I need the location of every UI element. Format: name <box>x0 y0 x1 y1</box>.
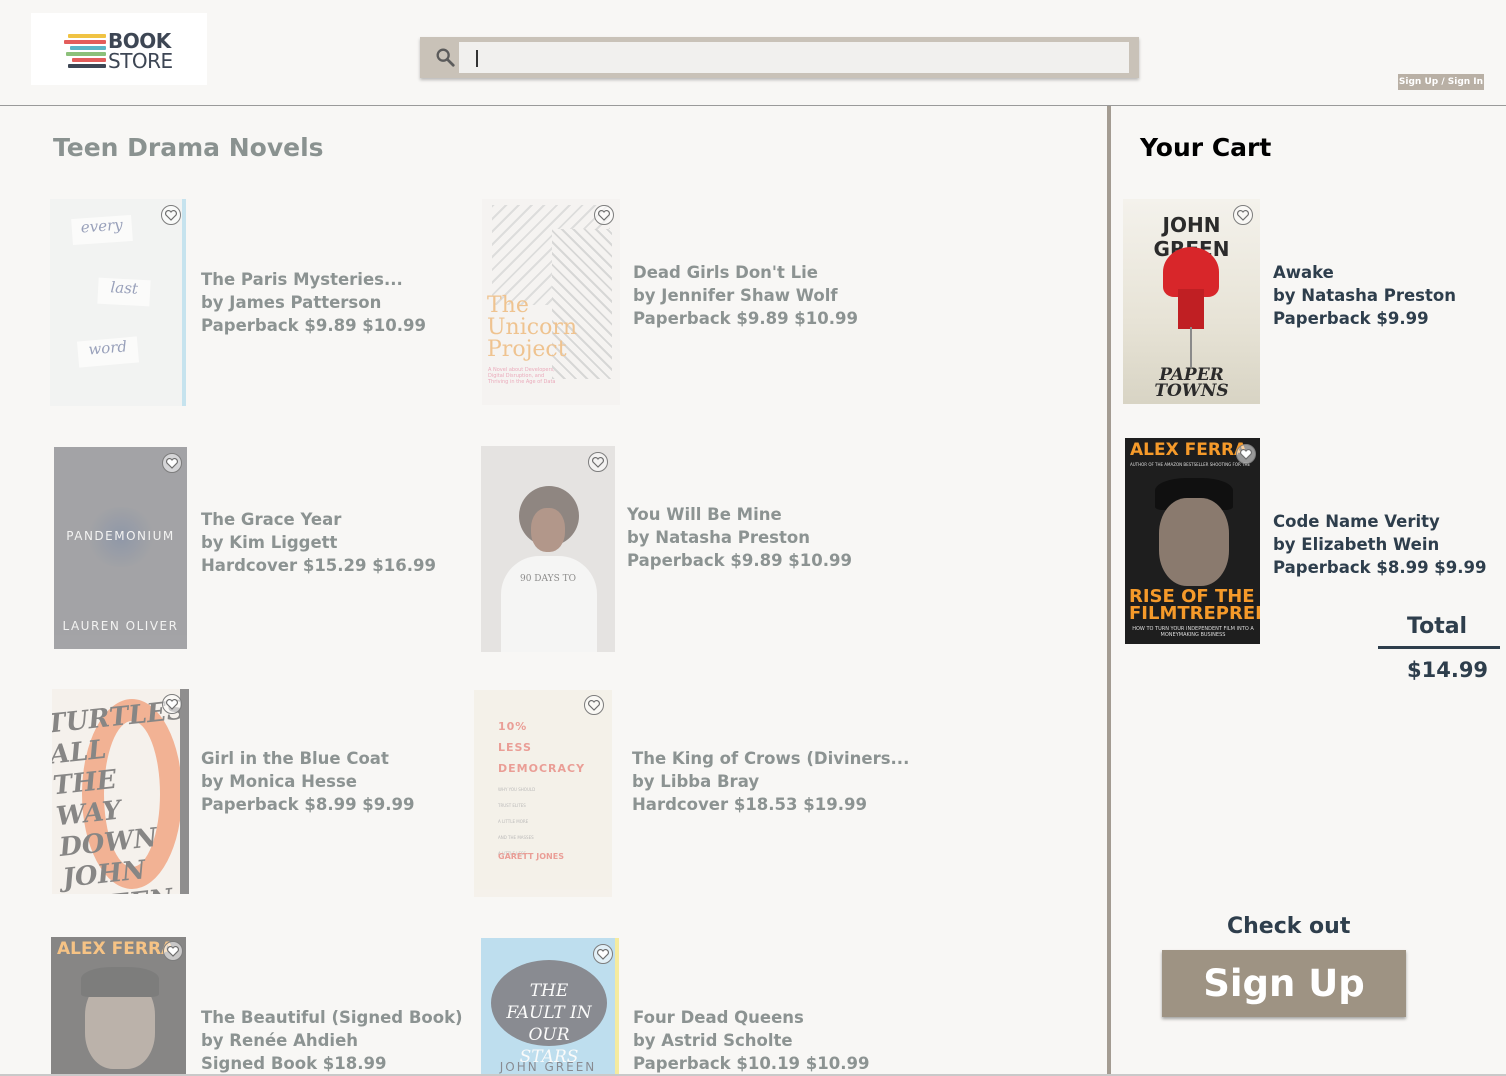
book-author: by Astrid Scholte <box>633 1031 793 1050</box>
book-cover-paper-towns[interactable]: JOHN GREEN PAPERTOWNS <box>1123 199 1260 404</box>
book-cover-turtles[interactable]: TURTLES ALL THE WAY DOWN JOHN GREEN <box>52 689 189 894</box>
book-title[interactable]: The Grace Year <box>201 508 436 531</box>
cart-item-title[interactable]: Code Name Verity <box>1273 510 1487 533</box>
heart-icon[interactable] <box>163 941 183 961</box>
book-info: The King of Crows (Diviners... by Libba … <box>632 747 909 816</box>
book-cover-every-last-word[interactable]: every last word <box>50 199 186 406</box>
section-title: Teen Drama Novels <box>53 133 324 162</box>
heart-icon[interactable] <box>584 695 604 715</box>
book-cover-90-days[interactable]: 90 DAYS TO <box>481 446 615 652</box>
book-title[interactable]: Girl in the Blue Coat <box>201 747 415 770</box>
book-title[interactable]: You Will Be Mine <box>627 503 852 526</box>
heart-icon[interactable] <box>162 694 182 714</box>
cart-item-title[interactable]: Awake <box>1273 261 1456 284</box>
header: BOOK STORE Sign Up / Sign In <box>0 0 1506 106</box>
heart-icon[interactable] <box>1236 444 1256 464</box>
book-info: The Paris Mysteries... by James Patterso… <box>201 268 426 337</box>
heart-icon[interactable] <box>162 453 182 473</box>
book-author: by Natasha Preston <box>627 528 810 547</box>
book-info: Girl in the Blue Coat by Monica Hesse Pa… <box>201 747 415 816</box>
book-cover-less-democracy[interactable]: 10% LESS DEMOCRACY WHY YOU SHOULD TRUST ELI… <box>474 690 612 897</box>
book-info: Dead Girls Don't Lie by Jennifer Shaw Wo… <box>633 261 858 330</box>
book-price: Paperback $9.89 $10.99 <box>201 316 426 335</box>
book-info: Four Dead Queens by Astrid Scholte Paper… <box>633 1006 869 1075</box>
book-cover-filmtrepreneur[interactable]: ALEX FERRA AUTHOR OF THE AMAZON BESTSELL… <box>1125 438 1260 644</box>
book-price: Paperback $8.99 $9.99 <box>201 795 415 814</box>
book-title[interactable]: Dead Girls Don't Lie <box>633 261 858 284</box>
store-logo[interactable]: BOOK STORE <box>31 13 207 85</box>
heart-icon[interactable] <box>593 944 613 964</box>
book-author: by Libba Bray <box>632 772 760 791</box>
book-info: You Will Be Mine by Natasha Preston Pape… <box>627 503 852 572</box>
book-author: by Jennifer Shaw Wolf <box>633 286 838 305</box>
book-price: Signed Book $18.99 <box>201 1054 387 1073</box>
heart-icon[interactable] <box>161 205 181 225</box>
book-price: Hardcover $18.53 $19.99 <box>632 795 867 814</box>
cart-item-price: Paperback $8.99 $9.99 <box>1273 558 1487 577</box>
sign-in-button[interactable]: Sign Up / Sign In <box>1398 74 1484 90</box>
book-cover-pandemonium[interactable]: PANDEMONIUM LAUREN OLIVER <box>54 447 187 649</box>
checkout-label: Check out <box>1227 914 1351 939</box>
cart-item-info: Awake by Natasha Preston Paperback $9.99 <box>1273 261 1456 330</box>
cart-item-price: Paperback $9.99 <box>1273 309 1429 328</box>
book-price: Paperback $9.89 $10.99 <box>633 309 858 328</box>
book-title[interactable]: Four Dead Queens <box>633 1006 869 1029</box>
book-title[interactable]: The Paris Mysteries... <box>201 268 426 291</box>
book-price: Paperback $10.19 $10.99 <box>633 1054 870 1073</box>
heart-icon[interactable] <box>588 452 608 472</box>
book-title[interactable]: The King of Crows (Diviners... <box>632 747 909 770</box>
logo-text: BOOK STORE <box>108 29 173 73</box>
logo-stripes-icon <box>64 34 106 68</box>
book-price: Paperback $9.89 $10.99 <box>627 551 852 570</box>
search-input[interactable] <box>459 42 1129 73</box>
book-info: The Beautiful (Signed Book) by Renée Ahd… <box>201 1006 463 1075</box>
book-info: The Grace Year by Kim Liggett Hardcover … <box>201 508 436 577</box>
book-author: by James Patterson <box>201 293 382 312</box>
cart-item-author: by Elizabeth Wein <box>1273 535 1440 554</box>
total-divider <box>1378 646 1500 649</box>
book-author: by Kim Liggett <box>201 533 338 552</box>
book-price: Hardcover $15.29 $16.99 <box>201 556 436 575</box>
heart-icon[interactable] <box>1233 205 1253 225</box>
panel-divider <box>1107 106 1111 1076</box>
book-title[interactable]: The Beautiful (Signed Book) <box>201 1006 463 1029</box>
search-bar <box>420 37 1139 78</box>
search-icon[interactable] <box>434 46 456 68</box>
heart-icon[interactable] <box>594 205 614 225</box>
total-value: $14.99 <box>1407 658 1489 682</box>
book-author: by Renée Ahdieh <box>201 1031 358 1050</box>
book-author: by Monica Hesse <box>201 772 357 791</box>
text-cursor <box>476 50 478 67</box>
cart-item-author: by Natasha Preston <box>1273 286 1456 305</box>
total-label: Total <box>1407 614 1468 639</box>
cart-item-info: Code Name Verity by Elizabeth Wein Paper… <box>1273 510 1487 579</box>
sign-up-button[interactable]: Sign Up <box>1162 950 1406 1017</box>
cart-title: Your Cart <box>1140 133 1272 162</box>
book-cover-unicorn-project[interactable]: The Unicorn Project A Novel about Develope… <box>482 199 620 405</box>
